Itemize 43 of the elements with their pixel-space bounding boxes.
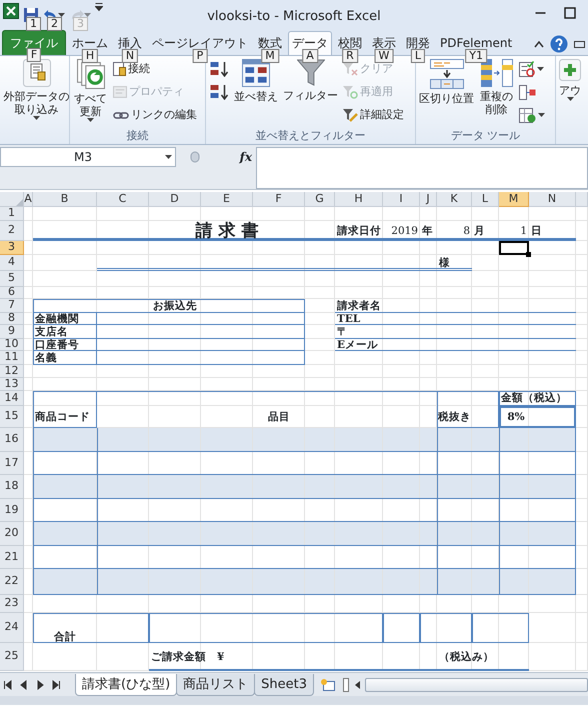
cell-text: （税込み） bbox=[439, 652, 494, 662]
key-tip-tooltip: N bbox=[122, 49, 138, 63]
key-tip-tooltip: 2 bbox=[47, 17, 62, 31]
cell-text: 商品コード bbox=[35, 412, 90, 422]
key-tip-tooltip: H bbox=[82, 49, 98, 63]
key-tip-tooltip: 1 bbox=[26, 17, 41, 31]
key-tip-tooltip: P bbox=[192, 49, 208, 63]
cell-text: 月 bbox=[474, 226, 485, 236]
cell-text: 金融機関 bbox=[35, 314, 79, 324]
key-tip-tooltip: R bbox=[342, 49, 358, 63]
key-tip-tooltip: W bbox=[374, 49, 394, 63]
cell-text: 日 bbox=[531, 226, 542, 236]
cell-text: 8 bbox=[463, 226, 470, 236]
cell-text: 品目 bbox=[268, 412, 290, 422]
sheet-title: 請 求 書 bbox=[196, 222, 258, 240]
cell-text: 様 bbox=[439, 258, 450, 268]
cell-text: 名義 bbox=[35, 352, 57, 364]
cell-text: 年 bbox=[422, 226, 433, 236]
cell-text: TEL bbox=[337, 314, 360, 324]
key-tip-tooltip: A bbox=[302, 49, 318, 63]
window-title: vlooksi-to - Microsoft Excel bbox=[207, 9, 381, 24]
cell-text: 合計 bbox=[54, 632, 76, 643]
key-tip-tooltip: F bbox=[26, 48, 42, 62]
cell-text: 〒 bbox=[337, 326, 348, 338]
cell-text: 税抜き bbox=[438, 412, 471, 422]
key-tip-tooltip: L bbox=[410, 49, 426, 63]
cell-text: 請求者名 bbox=[337, 300, 381, 312]
cell-text: 金額（税込） bbox=[501, 393, 567, 404]
cell-text: 支店名 bbox=[35, 326, 68, 338]
key-tip-tooltip: M bbox=[261, 49, 279, 63]
group-label: 接続 bbox=[126, 129, 148, 142]
cell-text: 2019 bbox=[391, 226, 418, 236]
key-tip-tooltip: Y1 bbox=[465, 49, 487, 63]
cell-text: ご請求金額 ¥ bbox=[151, 652, 224, 662]
cell-text: 1 bbox=[520, 226, 527, 236]
cell-text: 請求日付 bbox=[337, 226, 381, 236]
group-label: 並べ替えとフィルター bbox=[256, 129, 366, 142]
cell-text: お振込先 bbox=[153, 300, 197, 312]
key-tip-tooltip: 3 bbox=[73, 17, 88, 31]
group-label: データ ツール bbox=[450, 129, 520, 142]
cell-text: 8% bbox=[507, 412, 525, 422]
cell-text: 口座番号 bbox=[35, 340, 79, 350]
cell-text: Eメール bbox=[337, 340, 378, 350]
